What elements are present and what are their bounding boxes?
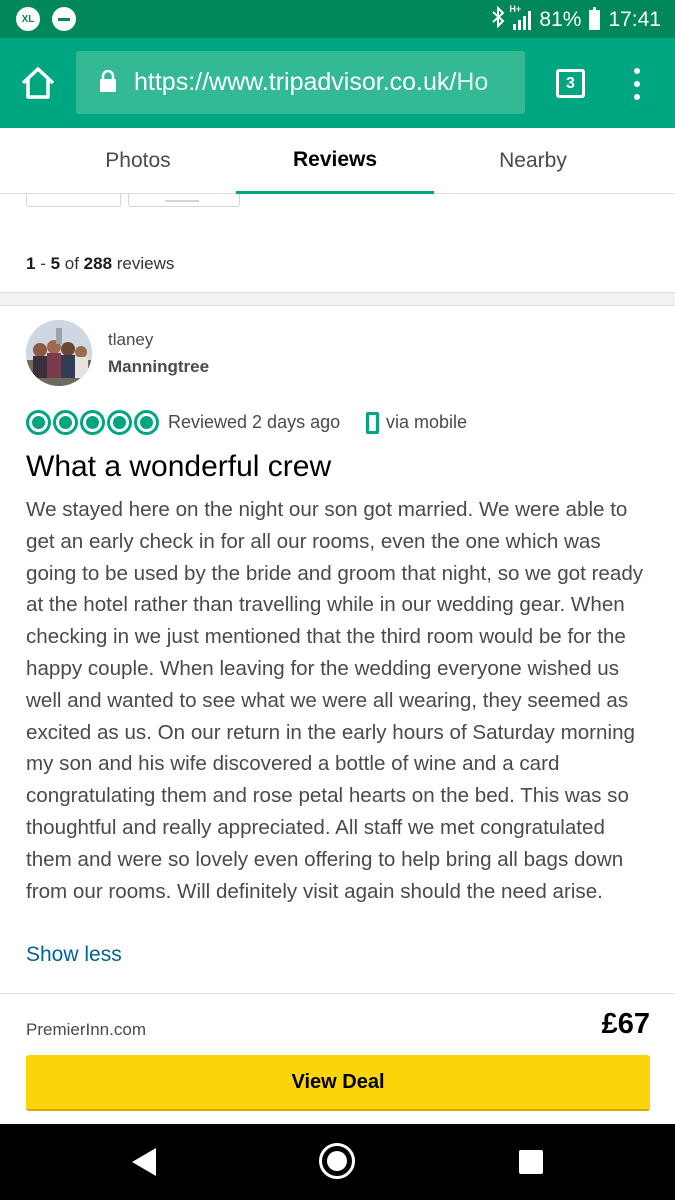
battery-percent: 81% xyxy=(539,8,582,31)
tab-nearby[interactable]: Nearby xyxy=(434,128,632,194)
signal-icon: H+ xyxy=(509,4,532,30)
clock: 17:41 xyxy=(608,8,661,31)
deal-divider xyxy=(0,993,675,994)
view-deal-button[interactable]: View Deal xyxy=(26,1055,650,1111)
url-tail: Ho xyxy=(456,68,489,96)
back-icon[interactable] xyxy=(130,1146,158,1178)
lock-icon xyxy=(98,69,118,92)
avatar[interactable] xyxy=(26,320,92,386)
review-date: Reviewed 2 days ago xyxy=(168,412,341,432)
address-bar[interactable]: https://www.tripadvisor.co.uk/Ho xyxy=(76,51,525,114)
bubble-rating xyxy=(26,410,159,435)
show-less-link[interactable]: Show less xyxy=(26,943,122,967)
home-circle-icon[interactable] xyxy=(319,1143,355,1179)
tab-photos[interactable]: Photos xyxy=(40,128,236,194)
section-divider xyxy=(0,292,675,306)
filter-chip[interactable] xyxy=(26,194,121,207)
rating-bubble-icon xyxy=(134,410,159,435)
system-nav-bar xyxy=(0,1124,675,1200)
tab-reviews[interactable]: Reviews xyxy=(236,128,434,194)
status-bar: XL H+ 81% 17:41 xyxy=(0,0,675,38)
overflow-menu-icon[interactable] xyxy=(633,68,641,100)
url-main: https://www.tripadvisor.co.uk/ xyxy=(134,68,457,96)
home-icon[interactable] xyxy=(20,66,56,100)
browser-toolbar: https://www.tripadvisor.co.uk/Ho 3 xyxy=(0,38,675,128)
review-body: We stayed here on the night our son got … xyxy=(26,498,644,903)
rating-bubble-icon xyxy=(26,410,51,435)
tab-count: 3 xyxy=(566,74,575,92)
recent-apps-icon[interactable] xyxy=(519,1150,543,1174)
xl-badge-text: XL xyxy=(21,13,35,25)
tab-switcher-button[interactable]: 3 xyxy=(556,69,585,98)
rating-bubble-icon xyxy=(80,410,105,435)
network-type: H+ xyxy=(509,4,522,14)
battery-icon xyxy=(589,7,601,30)
review-count: 1 - 5 of 288 reviews xyxy=(26,254,175,273)
mobile-phone-icon xyxy=(366,412,379,434)
deal-price: £67 xyxy=(601,1008,650,1040)
deal-provider: PremierInn.com xyxy=(26,1020,146,1039)
review-title[interactable]: What a wonderful crew xyxy=(26,450,331,484)
xl-icon: XL xyxy=(16,7,40,31)
section-tabs: Photos Reviews Nearby xyxy=(0,128,675,194)
rating-bubble-icon xyxy=(107,410,132,435)
filter-chip[interactable] xyxy=(128,194,240,207)
bluetooth-icon xyxy=(491,5,505,34)
rating-bubble-icon xyxy=(53,410,78,435)
reviewer-location: Manningtree xyxy=(108,357,210,376)
reviewer-username[interactable]: tlaney xyxy=(108,330,153,350)
via-mobile-label: via mobile xyxy=(386,412,468,432)
url-text: https://www.tripadvisor.co.uk/Ho xyxy=(134,68,488,97)
dnd-icon xyxy=(52,7,76,31)
